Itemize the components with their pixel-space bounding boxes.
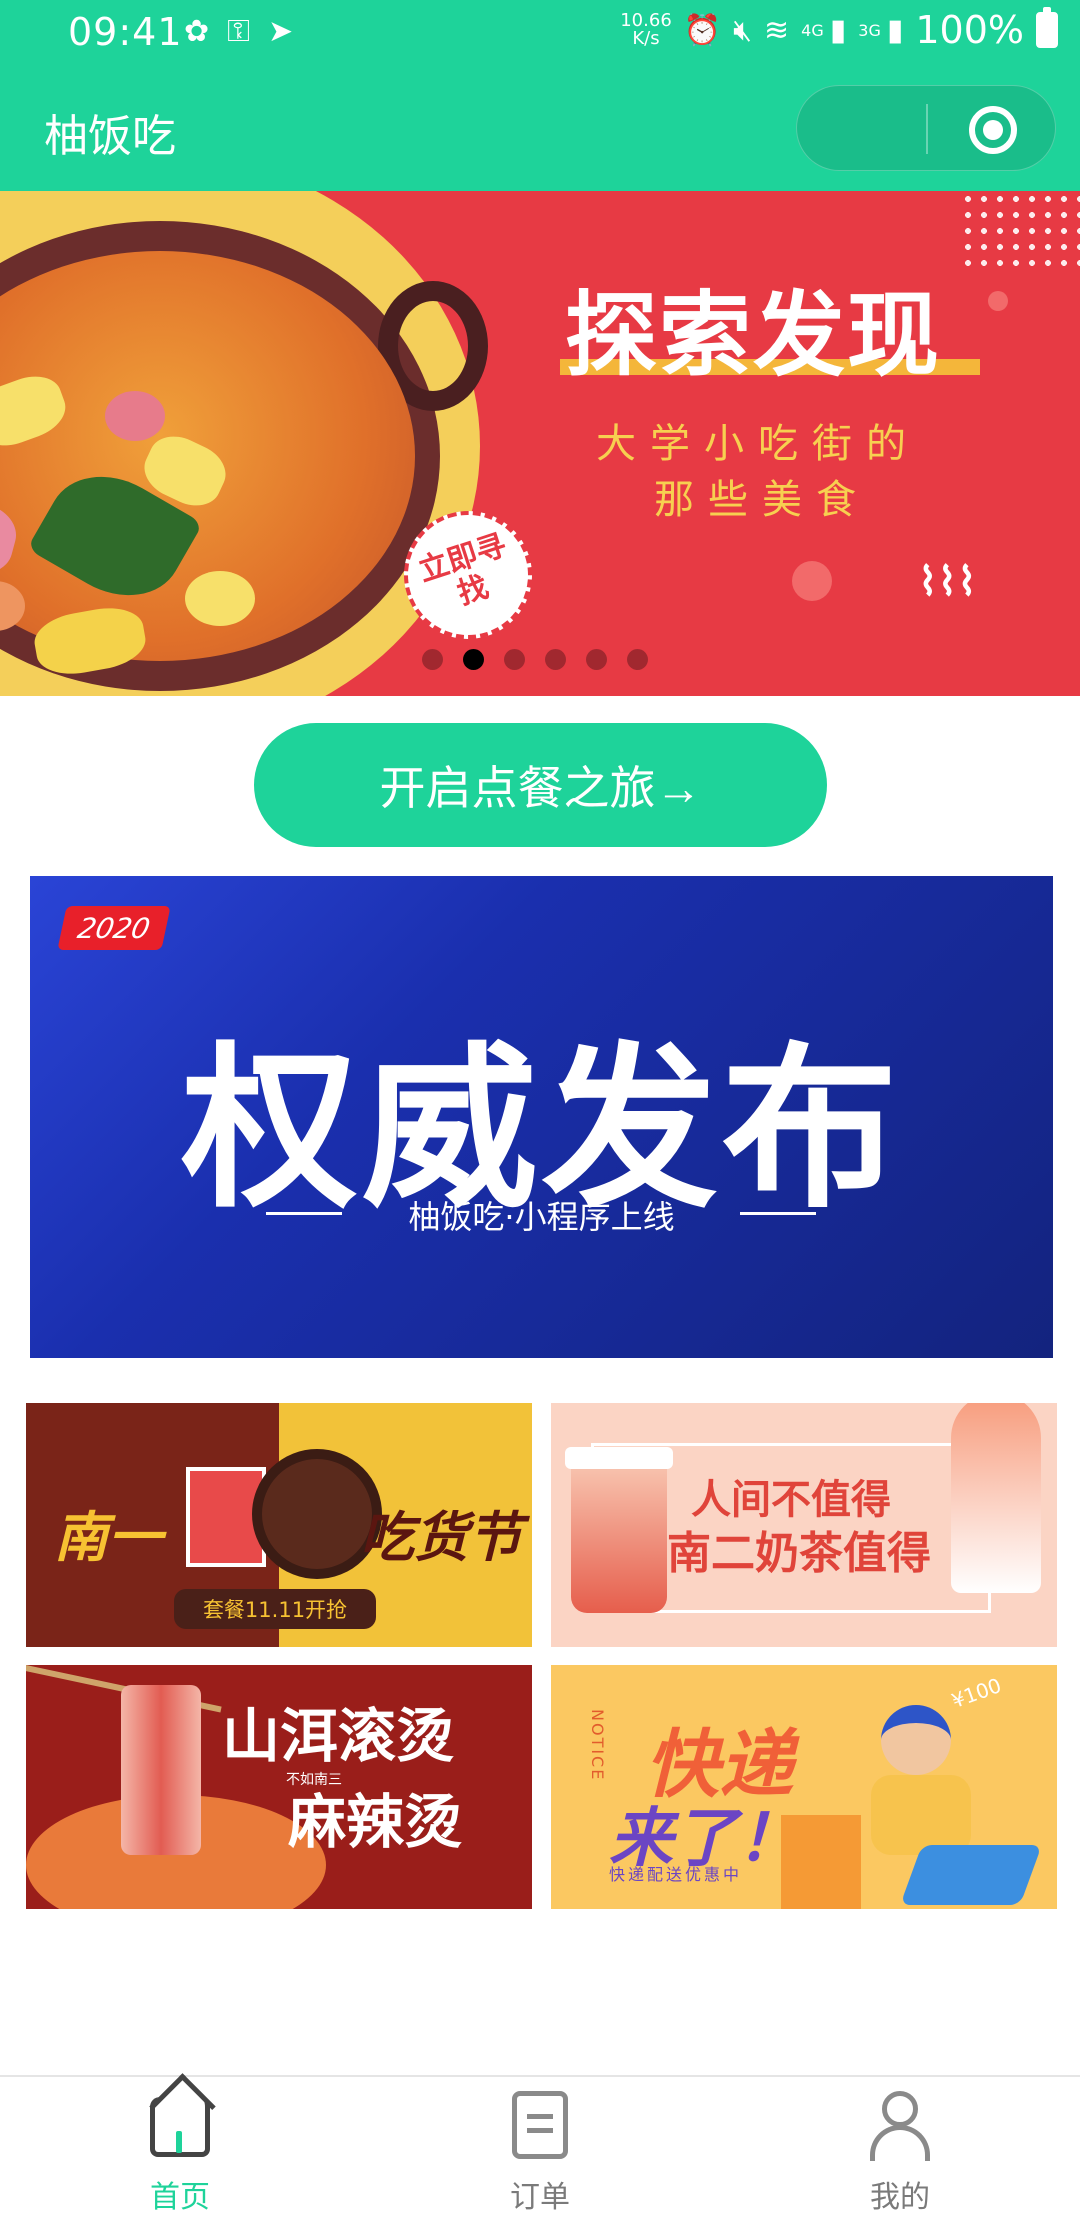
tab-bar: 首页 订单 我的 <box>0 2075 1080 2220</box>
circle-decoration <box>988 291 1008 311</box>
zigzag-decoration: ⌇⌇⌇ <box>918 559 977 605</box>
swiper-dot[interactable] <box>504 649 525 670</box>
nav-bar: 柚饭吃 <box>0 64 1080 191</box>
hero-swiper[interactable]: 探索发现 大学小吃街的 那些美食 立即寻找 ⌇⌇⌇ <box>0 191 1080 696</box>
promo-small-text: 快递配送优惠中 <box>609 1865 743 1884</box>
hero-title: 探索发现 <box>565 282 942 389</box>
alarm-icon: ⏰ <box>683 12 722 48</box>
price-tag: ¥100 <box>948 1673 1005 1713</box>
swiper-dot[interactable] <box>627 649 648 670</box>
swiper-dot[interactable] <box>545 649 566 670</box>
wifi-icon: ≋ <box>764 12 790 48</box>
promo-line-1: 山洱滚烫 <box>222 1702 455 1770</box>
profile-icon <box>870 2091 930 2161</box>
hero-subtitle-1: 大学小吃街的 <box>596 421 920 467</box>
close-target-icon[interactable] <box>969 106 1017 154</box>
promo-title-right: 吃货节 <box>360 1506 522 1569</box>
ice-cream-graphic <box>951 1403 1041 1593</box>
promo-pill: 套餐11.11开抢 <box>174 1589 376 1629</box>
more-icon[interactable] <box>825 116 875 126</box>
circle-decoration <box>792 561 832 601</box>
courier-body-graphic <box>871 1775 971 1855</box>
tab-label: 订单 <box>510 2180 570 2215</box>
promo-title-left: 南一 <box>54 1506 162 1569</box>
tab-profile[interactable]: 我的 <box>800 2077 1000 2222</box>
capsule-divider <box>926 104 928 154</box>
announcement-subtitle: 柚饭吃·小程序上线 <box>408 1198 675 1236</box>
promo-line-2: 南二奶茶值得 <box>667 1528 931 1579</box>
miniapp-capsule[interactable] <box>796 85 1056 171</box>
mute-icon: 🔇︎ <box>733 12 753 48</box>
year-tag: 2020 <box>57 906 171 950</box>
start-ordering-button[interactable]: 开启点餐之旅→ <box>254 723 827 847</box>
courier-legs-graphic <box>900 1845 1042 1905</box>
signal-icon-2: ▮ <box>886 12 904 48</box>
status-time: 09:41 <box>68 10 183 54</box>
battery-icon <box>1036 7 1058 48</box>
subtitle-rule-right <box>740 1212 816 1215</box>
announcement-banner[interactable]: 2020 权威发布 柚饭吃·小程序上线 <box>30 876 1053 1358</box>
send-icon: ➤ <box>267 14 294 49</box>
dots-decoration <box>960 191 1080 271</box>
promo-card-delivery[interactable]: NOTICE 快递 来了！ 快递配送优惠中 ¥100 <box>551 1665 1057 1909</box>
promo-card-malatang[interactable]: 山洱滚烫 不如南三 麻辣烫 <box>26 1665 532 1909</box>
hero-subtitle-2: 那些美食 <box>654 477 870 523</box>
wechat-icon: ✿ <box>184 14 210 49</box>
home-icon <box>150 2097 210 2159</box>
tab-label: 首页 <box>150 2180 210 2215</box>
network-speed: 10.66 K/s <box>620 10 672 49</box>
signal-4g-label: 4G <box>801 20 824 40</box>
milk-tea-cup-graphic <box>565 1447 673 1613</box>
tab-orders[interactable]: 订单 <box>440 2077 640 2222</box>
status-bar: 09:41 ✿ ⚿ ➤ 10.66 K/s ⏰ 🔇︎ ≋ 4G ▮ 3G ▮ 1… <box>0 0 1080 64</box>
status-left-icons: ✿ ⚿ ➤ <box>184 14 293 49</box>
meat-slice-graphic <box>121 1685 201 1855</box>
courier-head-graphic <box>881 1705 951 1775</box>
parcel-graphic <box>781 1815 861 1909</box>
swiper-indicator[interactable] <box>422 649 648 670</box>
promo-card-snack-festival[interactable]: 南一 吃货节 套餐11.11开抢 <box>26 1403 532 1647</box>
tab-home[interactable]: 首页 <box>80 2077 280 2222</box>
notice-label: NOTICE <box>588 1709 607 1782</box>
signal-3g-label: 3G <box>858 20 881 40</box>
promo-line-2: 麻辣烫 <box>288 1788 463 1856</box>
page-title: 柚饭吃 <box>44 111 176 162</box>
status-right: 10.66 K/s ⏰ 🔇︎ ≋ 4G ▮ 3G ▮ 100% <box>620 7 1058 52</box>
battery-percent: 100% <box>915 8 1024 52</box>
order-icon <box>512 2091 568 2159</box>
key-icon: ⚿ <box>227 14 250 49</box>
tab-label: 我的 <box>870 2180 930 2215</box>
swiper-dot[interactable] <box>422 649 443 670</box>
swiper-dot[interactable] <box>586 649 607 670</box>
promo-card-milk-tea[interactable]: 人间不值得 南二奶茶值得 <box>551 1403 1057 1647</box>
swiper-dot-active[interactable] <box>463 649 484 670</box>
signal-icon: ▮ <box>829 12 847 48</box>
